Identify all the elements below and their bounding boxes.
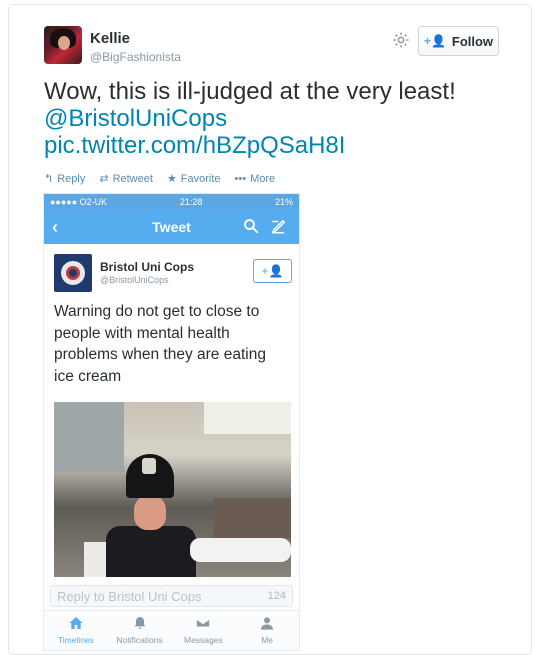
reply-label: Reply [57,172,86,185]
avatar-face [58,36,70,50]
retweet-label: Retweet [112,172,153,185]
tweet-actions: ↰ Reply ⇄ Retweet ★ Favorite ••• More [44,172,276,186]
police-officer-photo [54,402,291,577]
photo-building-right [204,402,291,434]
follow-button[interactable]: +👤 Follow [418,26,499,56]
embedded-follow-icon: +👤 [253,259,292,283]
photo-officer-vest [106,526,196,577]
person-icon [261,617,274,630]
tab-timelines: Timelines [46,611,106,650]
more-label: More [250,172,276,185]
gear-icon[interactable] [392,31,410,49]
photo-officer-face [134,496,166,530]
photo-background-crowd [214,498,291,538]
photo-helmet-badge [142,458,156,474]
embedded-tweet-text: Warning do not get to close to people wi… [54,303,266,385]
follow-button-label: Follow [451,33,494,49]
retweet-icon: ⇄ [99,173,109,185]
favorite-label: Favorite [180,172,221,185]
tab-me: Me [237,611,297,650]
compose-icon [271,219,286,234]
nav-title: Tweet [152,219,191,235]
search-icon [244,219,259,234]
phone-nav-bar: ‹ Tweet [44,210,299,244]
photo-officer-arm [190,538,291,562]
embedded-user-handle: @BristolUniCops [100,275,169,285]
tab-timelines-label: Timelines [57,635,94,645]
phone-status-bar: ●●●●● O2-UK 21:28 21% [44,194,299,210]
follow-plus-icon: +👤 [423,34,446,48]
embedded-screenshot[interactable]: ●●●●● O2-UK 21:28 21% ‹ Tweet Bristol Un… [43,193,300,651]
tab-notifications: Notifications [110,611,170,650]
photo-building [54,402,124,472]
more-action[interactable]: ••• More [235,172,276,185]
reply-action[interactable]: ↰ Reply [44,172,86,186]
police-crest-avatar [54,254,92,292]
status-time: 21:28 [179,197,203,207]
home-icon [69,617,83,629]
tweet-body: Wow, this is ill-judged at the very leas… [44,78,456,105]
reply-placeholder: Reply to Bristol Uni Cops [57,588,202,604]
reply-input: Reply to Bristol Uni Cops 124 [50,585,293,607]
tweet-pic-link[interactable]: pic.twitter.com/hBZpQSaH8I [44,132,504,159]
author-name[interactable]: Kellie [90,30,130,47]
tab-me-label: Me [261,635,274,645]
phone-tab-bar: Timelines Notifications Messages Me [44,610,299,650]
retweet-action[interactable]: ⇄ Retweet [99,172,153,186]
status-carrier: ●●●●● O2-UK [50,197,108,207]
bell-icon [134,617,145,629]
favorite-action[interactable]: ★ Favorite [166,172,221,186]
tab-notifications-label: Notifications [116,635,163,645]
envelope-icon [196,618,211,628]
status-battery: 21% [274,197,293,207]
char-count: 124 [267,590,286,602]
star-icon: ★ [166,173,177,185]
tweet-text: Wow, this is ill-judged at the very leas… [44,78,504,159]
reply-icon: ↰ [44,173,54,185]
user-avatar[interactable] [44,26,82,64]
more-dots-icon: ••• [234,172,247,185]
author-handle[interactable]: @BigFashionista [90,50,181,64]
tweet-mention-link[interactable]: @BristolUniCops [44,105,504,132]
embedded-user-name: Bristol Uni Cops [100,260,195,274]
tab-messages: Messages [173,611,233,650]
tab-messages-label: Messages [184,635,223,645]
